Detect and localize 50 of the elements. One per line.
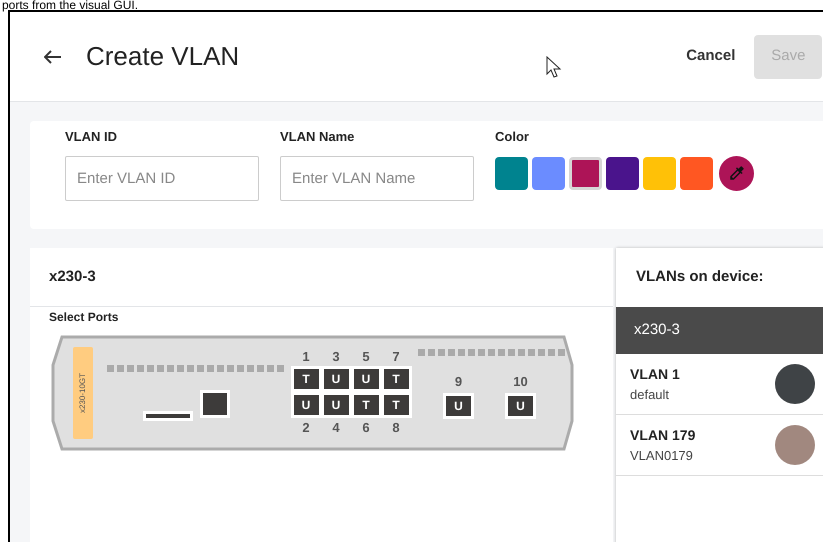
input-field[interactable]: Enter VLAN ID [65, 156, 259, 200]
field-label: VLAN Name [280, 128, 356, 146]
port-number: 3 [332, 350, 340, 363]
back-arrow-icon[interactable] [44, 50, 62, 64]
model-label: x230-10GT [77, 372, 88, 414]
port[interactable]: U [505, 393, 536, 419]
port[interactable]: T [380, 366, 412, 392]
port-number: 1 [302, 350, 310, 363]
port[interactable]: U [443, 393, 474, 419]
management-port-icon [200, 390, 230, 418]
color-swatch[interactable] [680, 156, 713, 190]
color-swatch[interactable] [569, 156, 602, 190]
port-number: 10 [513, 375, 528, 388]
vlan-description: VLAN0179 [630, 446, 694, 465]
cancel-button[interactable]: Cancel [682, 45, 740, 68]
color-swatch[interactable] [606, 156, 639, 190]
field-label: VLAN ID [65, 128, 118, 146]
input-field[interactable]: Enter VLAN Name [280, 156, 474, 200]
eyedropper-icon[interactable] [719, 156, 754, 190]
device-title: x230-3 [49, 266, 96, 287]
port[interactable]: U [350, 366, 382, 392]
vlan-name: VLAN 179 [630, 426, 696, 445]
port-number: 8 [392, 421, 400, 434]
vlan-description: default [630, 386, 670, 404]
slot-icon [143, 411, 193, 421]
vlan-row[interactable]: VLAN 1 default [616, 354, 823, 415]
color-swatch[interactable] [643, 156, 676, 190]
color-swatch[interactable] [495, 156, 528, 190]
page-title: Create VLAN [86, 40, 240, 73]
vlan-name: VLAN 1 [630, 364, 681, 384]
port-number: 4 [332, 421, 340, 434]
vlan-row[interactable]: VLAN 179 VLAN0179 [616, 415, 823, 476]
port-number: 7 [392, 350, 400, 363]
vlans-title: VLANs on device: [636, 267, 764, 288]
port[interactable]: U [320, 392, 352, 418]
field-label: Color [495, 128, 530, 146]
mouse-pointer-icon [546, 56, 562, 78]
port-number: 9 [454, 375, 462, 388]
port-number: 5 [362, 350, 370, 363]
port-number: 6 [362, 421, 370, 434]
port[interactable]: T [350, 392, 382, 418]
select-ports-label: Select Ports [48, 309, 118, 324]
device-name: x230-3 [634, 320, 680, 340]
port[interactable]: U [290, 392, 322, 418]
port-number: 2 [302, 421, 310, 434]
port[interactable]: T [290, 366, 322, 392]
port[interactable]: U [320, 366, 352, 392]
color-swatch[interactable] [532, 156, 565, 190]
caption-text: ports from the visual GUI. [1, 0, 140, 10]
port[interactable]: T [380, 392, 412, 418]
